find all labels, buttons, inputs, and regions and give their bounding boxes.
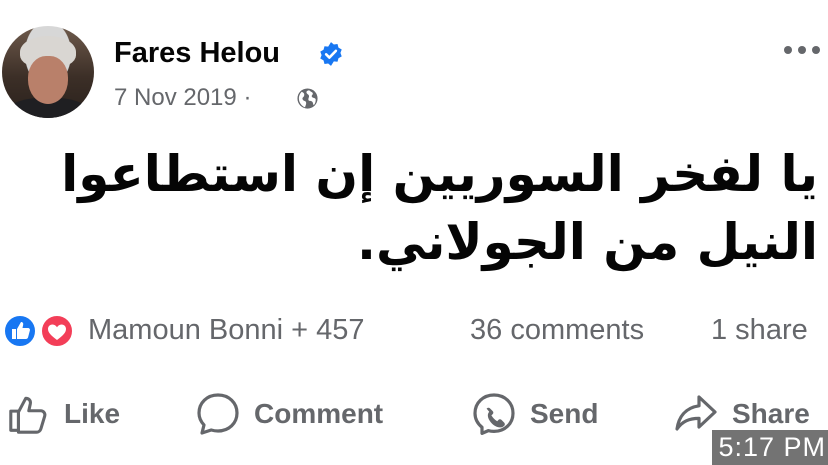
meta-separator: · xyxy=(243,84,252,111)
like-button[interactable]: Like xyxy=(6,390,120,438)
comments-count[interactable]: 36 comments xyxy=(470,314,644,347)
like-reaction-icon xyxy=(3,314,37,348)
post-meta: 7 Nov 2019 · xyxy=(114,84,251,112)
send-button[interactable]: Send xyxy=(470,390,598,438)
speech-bubble-icon xyxy=(197,393,239,435)
reaction-icons[interactable] xyxy=(2,313,76,349)
shares-count[interactable]: 1 share xyxy=(711,314,808,347)
author-avatar[interactable] xyxy=(2,26,94,118)
thumbs-up-icon xyxy=(9,396,47,434)
like-label: Like xyxy=(64,398,121,429)
status-time: 5:17 PM xyxy=(712,430,828,465)
comment-button[interactable]: Comment xyxy=(194,390,383,438)
love-reaction-icon xyxy=(40,314,74,348)
globe-icon xyxy=(297,88,318,109)
reactors-summary[interactable]: Mamoun Bonni + 457 xyxy=(88,314,365,347)
post-card: Fares Helou 7 Nov 2019 · يا لفخر السوريي… xyxy=(0,0,828,465)
author-name[interactable]: Fares Helou xyxy=(114,37,280,70)
more-options-icon[interactable] xyxy=(782,44,822,56)
messenger-icon xyxy=(473,393,515,435)
post-date[interactable]: 7 Nov 2019 xyxy=(114,84,237,111)
post-text: يا لفخر السوريين إن استطاعوا النيل من ال… xyxy=(61,145,818,271)
verified-badge-icon xyxy=(320,42,342,66)
send-label: Send xyxy=(530,398,599,429)
comment-label: Comment xyxy=(254,398,384,429)
share-label: Share xyxy=(732,398,810,429)
